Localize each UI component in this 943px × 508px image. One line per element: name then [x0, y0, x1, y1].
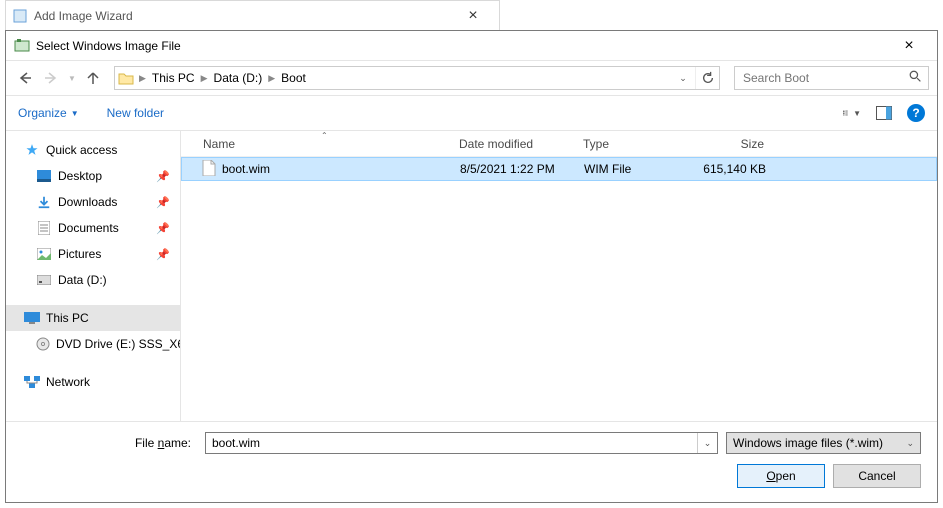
chevron-right-icon[interactable]: ▶ — [266, 73, 277, 84]
pin-icon: 📌 — [156, 170, 170, 183]
sidebar-label: Desktop — [58, 169, 102, 183]
sidebar-label: Data (D:) — [58, 273, 107, 287]
sidebar-downloads[interactable]: Downloads 📌 — [6, 189, 180, 215]
sidebar-label: Quick access — [46, 143, 117, 157]
navigation-sidebar: Quick access Desktop 📌 Downloads 📌 Docum… — [6, 131, 181, 421]
pc-icon — [24, 310, 40, 326]
breadcrumb-item[interactable]: Boot — [277, 67, 310, 89]
file-list-pane: Name ⌃ Date modified Type Size boot.wim … — [181, 131, 937, 421]
sidebar-label: DVD Drive (E:) SSS_X6 — [56, 337, 180, 351]
search-input[interactable] — [741, 70, 909, 86]
column-size[interactable]: Size — [683, 131, 779, 156]
disc-icon — [36, 336, 50, 352]
file-icon — [202, 160, 216, 179]
pin-icon: 📌 — [156, 222, 170, 235]
sidebar-desktop[interactable]: Desktop 📌 — [6, 163, 180, 189]
file-name: boot.wim — [222, 162, 270, 176]
file-date: 8/5/2021 1:22 PM — [460, 162, 555, 176]
refresh-button[interactable] — [695, 67, 719, 89]
document-icon — [36, 220, 52, 236]
sidebar-network[interactable]: Network — [6, 369, 180, 395]
sidebar-dvd-drive[interactable]: DVD Drive (E:) SSS_X6 — [6, 331, 180, 357]
file-open-dialog: Select Windows Image File × ▼ ▶ This PC … — [5, 30, 938, 503]
new-folder-button[interactable]: New folder — [107, 106, 164, 120]
filename-dropdown-button[interactable]: ⌄ — [697, 433, 717, 453]
search-icon[interactable] — [909, 70, 922, 86]
filename-label: File name: — [22, 436, 197, 450]
view-options-button[interactable]: ▼ — [843, 104, 861, 122]
sort-indicator-icon: ⌃ — [321, 131, 328, 140]
help-button[interactable]: ? — [907, 104, 925, 122]
sidebar-this-pc[interactable]: This PC — [6, 305, 180, 331]
organize-button[interactable]: Organize ▼ — [18, 106, 79, 120]
new-folder-label: New folder — [107, 106, 164, 120]
sidebar-label: Downloads — [58, 195, 117, 209]
folder-icon — [115, 70, 137, 86]
chevron-down-icon: ⌄ — [906, 438, 914, 449]
column-headers: Name ⌃ Date modified Type Size — [181, 131, 937, 157]
dialog-titlebar: Select Windows Image File × — [6, 31, 937, 61]
breadcrumb-bar[interactable]: ▶ This PC ▶ Data (D:) ▶ Boot ⌄ — [114, 66, 720, 90]
sidebar-documents[interactable]: Documents 📌 — [6, 215, 180, 241]
download-icon — [36, 194, 52, 210]
sidebar-pictures[interactable]: Pictures 📌 — [6, 241, 180, 267]
sidebar-data-d[interactable]: Data (D:) — [6, 267, 180, 293]
sidebar-label: This PC — [46, 311, 89, 325]
nav-recent-dropdown[interactable]: ▼ — [66, 67, 78, 89]
parent-window-titlebar: Add Image Wizard × — [5, 0, 500, 30]
nav-back-button[interactable] — [14, 67, 36, 89]
pin-icon: 📌 — [156, 248, 170, 261]
file-size: 615,140 KB — [703, 162, 766, 176]
organize-label: Organize — [18, 106, 67, 120]
chevron-right-icon[interactable]: ▶ — [199, 73, 210, 84]
sidebar-label: Documents — [58, 221, 119, 235]
nav-forward-button — [40, 67, 62, 89]
chevron-right-icon[interactable]: ▶ — [137, 73, 148, 84]
button-label: Open — [766, 469, 795, 483]
parent-close-button[interactable]: × — [453, 8, 493, 24]
dialog-close-button[interactable]: × — [889, 38, 929, 54]
column-date[interactable]: Date modified — [449, 131, 573, 156]
chevron-down-icon: ▼ — [853, 109, 861, 118]
sidebar-label: Pictures — [58, 247, 101, 261]
dialog-icon — [14, 38, 30, 54]
column-label: Name — [203, 137, 235, 151]
filename-input[interactable] — [206, 436, 697, 450]
wizard-icon — [12, 8, 28, 24]
dialog-footer: File name: ⌄ Windows image files (*.wim)… — [6, 421, 937, 502]
filename-combobox[interactable]: ⌄ — [205, 432, 718, 454]
network-icon — [24, 374, 40, 390]
column-name[interactable]: Name — [181, 131, 449, 156]
chevron-down-icon: ▼ — [71, 109, 79, 118]
navigation-row: ▼ ▶ This PC ▶ Data (D:) ▶ Boot ⌄ — [6, 61, 937, 95]
dialog-title: Select Windows Image File — [36, 39, 181, 53]
preview-pane-button[interactable] — [875, 104, 893, 122]
file-type-filter[interactable]: Windows image files (*.wim) ⌄ — [726, 432, 921, 454]
breadcrumb-dropdown[interactable]: ⌄ — [671, 67, 695, 89]
nav-up-button[interactable] — [82, 67, 104, 89]
breadcrumb-item[interactable]: This PC — [148, 67, 199, 89]
sidebar-quick-access[interactable]: Quick access — [6, 137, 180, 163]
file-row[interactable]: boot.wim 8/5/2021 1:22 PM WIM File 615,1… — [181, 157, 937, 181]
button-label: Cancel — [858, 469, 895, 483]
drive-icon — [36, 272, 52, 288]
pin-icon: 📌 — [156, 196, 170, 209]
filter-label: Windows image files (*.wim) — [733, 436, 883, 450]
column-label: Date modified — [459, 137, 533, 151]
breadcrumb-item[interactable]: Data (D:) — [210, 67, 267, 89]
column-type[interactable]: Type — [573, 131, 683, 156]
search-box[interactable] — [734, 66, 929, 90]
toolbar: Organize ▼ New folder ▼ ? — [6, 95, 937, 131]
file-type: WIM File — [584, 162, 631, 176]
picture-icon — [36, 246, 52, 262]
parent-window-title: Add Image Wizard — [34, 9, 133, 23]
column-label: Size — [741, 137, 764, 151]
star-icon — [24, 142, 40, 158]
desktop-icon — [36, 168, 52, 184]
cancel-button[interactable]: Cancel — [833, 464, 921, 488]
open-button[interactable]: Open — [737, 464, 825, 488]
column-label: Type — [583, 137, 609, 151]
sidebar-label: Network — [46, 375, 90, 389]
